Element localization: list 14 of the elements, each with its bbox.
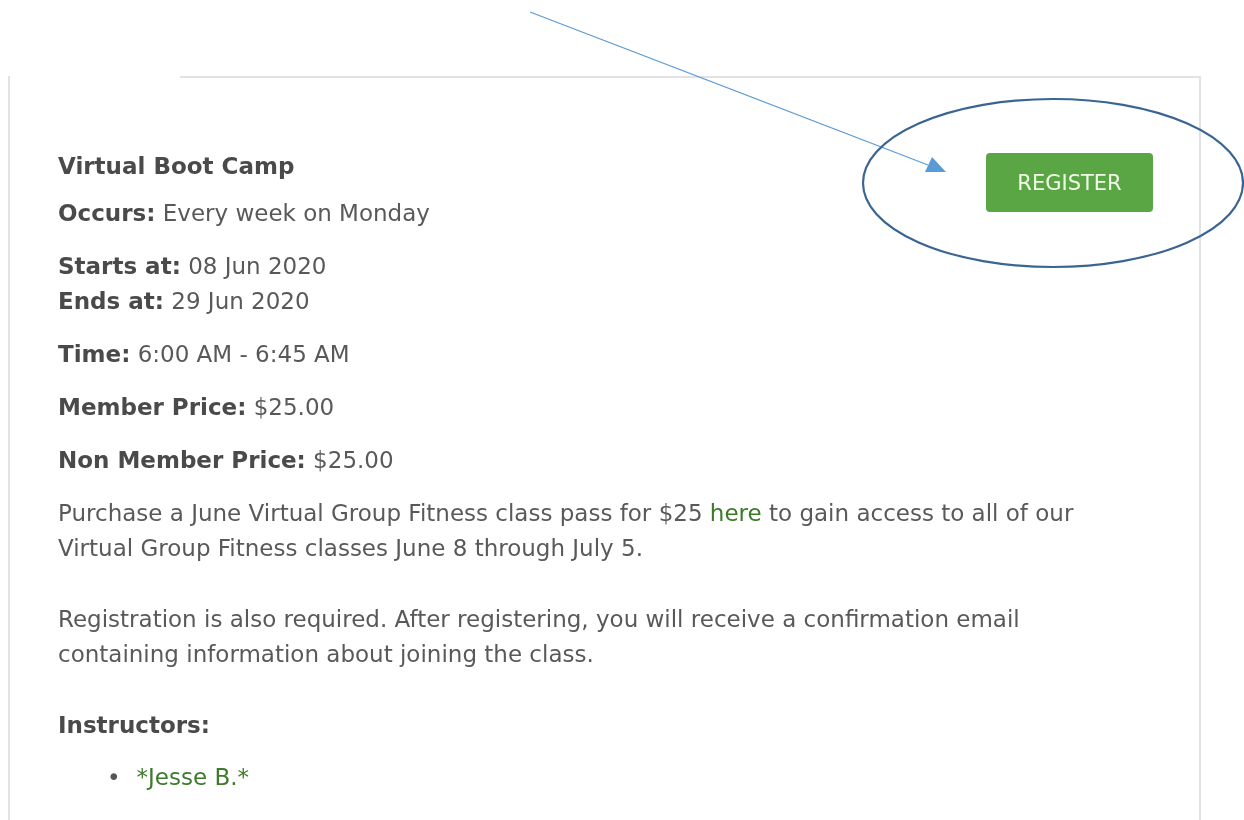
bullet: • <box>107 763 121 792</box>
detail-line: Occurs: Every week on Monday <box>58 199 430 228</box>
detail-line: Ends at: 29 Jun 2020 <box>58 287 311 316</box>
instructor-link[interactable]: *Jesse B.* <box>136 760 250 795</box>
detail-line: Time: 6:00 AM - 6:45 AM <box>58 340 351 369</box>
here-link[interactable]: here <box>709 500 762 526</box>
description-paragraph: Registration is also required. After registering, you will receive a confirmation email containing information about joining the class. <box>58 605 1021 669</box>
register-button[interactable]: REGISTER <box>986 153 1153 212</box>
detail-line: Starts at: 08 Jun 2020 <box>58 252 328 281</box>
instructors-heading: Instructors: <box>58 711 211 740</box>
detail-line: Member Price: $25.00 <box>58 393 336 422</box>
event-title: Virtual Boot Camp <box>58 152 296 181</box>
description-paragraph: Purchase a June Virtual Group Fitness class pass for $25 here to gain access to all of our Virtual Group Fitness classes June 8 through July 5. <box>58 499 1075 563</box>
detail-line: Non Member Price: $25.00 <box>58 446 395 475</box>
